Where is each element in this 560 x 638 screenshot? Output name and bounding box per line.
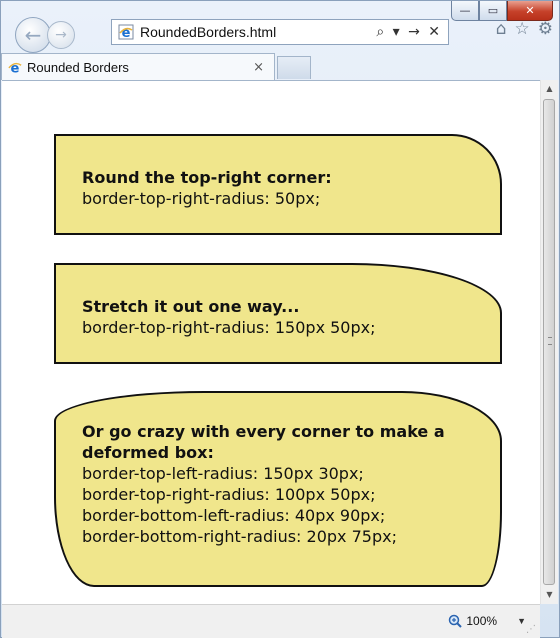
box-css-line: border-top-right-radius: 150px 50px; xyxy=(82,318,376,337)
new-tab-button[interactable] xyxy=(277,56,311,79)
ie-page-icon: e xyxy=(118,24,134,40)
minimize-icon: — xyxy=(459,4,471,17)
back-arrow-icon: ← xyxy=(24,23,42,47)
box-heading: Round the top-right corner: xyxy=(82,168,332,187)
close-window-button[interactable]: ✕ xyxy=(507,1,553,21)
address-bar[interactable]: e RoundedBorders.html ⌕ ▾ → ✕ xyxy=(111,19,449,45)
address-controls[interactable]: ⌕ ▾ → ✕ xyxy=(376,24,442,40)
rounded-box-top-right: Round the top-right corner: border-top-r… xyxy=(54,134,502,235)
resize-grip-icon[interactable]: ⋰ xyxy=(526,624,538,636)
close-icon: ✕ xyxy=(525,4,535,17)
box-css-line: border-top-right-radius: 100px 50px; xyxy=(82,485,376,504)
browser-window: — ▭ ✕ ← → e RoundedBorders.html ⌕ ▾ → ✕ … xyxy=(0,0,560,638)
maximize-button[interactable]: ▭ xyxy=(479,1,507,21)
gear-icon[interactable]: ⚙ xyxy=(538,19,553,39)
minimize-button[interactable]: — xyxy=(451,1,479,21)
scroll-grip-icon xyxy=(548,337,552,345)
window-caption-buttons: — ▭ ✕ xyxy=(451,1,553,21)
maximize-icon: ▭ xyxy=(487,4,499,17)
tab-rounded-borders[interactable]: e Rounded Borders × xyxy=(1,53,275,80)
tab-title: Rounded Borders xyxy=(27,59,129,75)
scroll-up-arrow[interactable]: ▲ xyxy=(541,80,558,98)
tab-close-icon[interactable]: × xyxy=(253,60,264,75)
home-icon[interactable]: ⌂ xyxy=(496,19,507,39)
zoom-control[interactable]: 100% ▼ xyxy=(448,614,526,628)
deformed-box: Or go crazy with every corner to make a … xyxy=(54,391,502,587)
navigation-buttons: ← → xyxy=(15,17,75,53)
url-text[interactable]: RoundedBorders.html xyxy=(140,24,376,40)
ie-tab-icon: e xyxy=(8,61,22,74)
star-icon[interactable]: ☆ xyxy=(515,19,530,39)
status-bar: 100% ▼ ⋰ xyxy=(2,604,540,638)
zoom-level: 100% xyxy=(466,614,498,628)
box-css-line: border-top-left-radius: 150px 30px; xyxy=(82,464,364,483)
vertical-scrollbar[interactable]: ▲ ▼ xyxy=(540,80,558,604)
forward-button[interactable]: → xyxy=(47,21,75,49)
back-button[interactable]: ← xyxy=(15,17,51,53)
scroll-down-arrow[interactable]: ▼ xyxy=(541,586,558,604)
box-heading: Or go crazy with every corner to make a … xyxy=(82,422,445,462)
zoom-dropdown-icon[interactable]: ▼ xyxy=(517,616,526,626)
page-content: Round the top-right corner: border-top-r… xyxy=(2,80,540,605)
browser-toolbar: ⌂ ☆ ⚙ xyxy=(496,19,553,39)
stretched-box: Stretch it out one way... border-top-rig… xyxy=(54,263,502,364)
box-css-line: border-bottom-left-radius: 40px 90px; xyxy=(82,506,386,525)
box-css-line: border-top-right-radius: 50px; xyxy=(82,189,321,208)
box-css-line: border-bottom-right-radius: 20px 75px; xyxy=(82,527,397,546)
box-heading: Stretch it out one way... xyxy=(82,297,300,316)
forward-arrow-icon: → xyxy=(55,27,67,43)
zoom-icon xyxy=(449,614,463,628)
scrollbar-thumb[interactable] xyxy=(543,99,555,585)
